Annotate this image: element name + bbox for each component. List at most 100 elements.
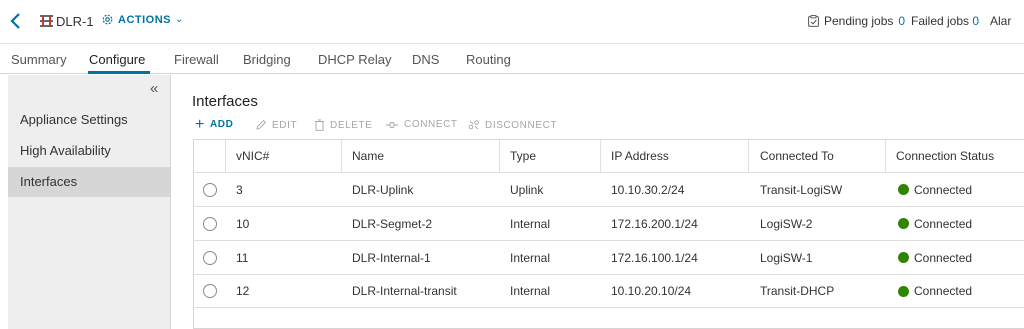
cell-vnic: 10 <box>236 216 250 231</box>
table-row[interactable]: 3 DLR-Uplink Uplink 10.10.30.2/24 Transi… <box>194 173 1024 207</box>
cell-connected-to: Transit-DHCP <box>760 284 835 298</box>
pending-jobs-link[interactable]: Pending jobs 0 <box>808 14 905 28</box>
grid-header-row: vNIC# Name Type IP Address Connected To … <box>194 140 1024 173</box>
failed-jobs-label: Failed jobs <box>911 14 970 28</box>
cell-name: DLR-Segmet-2 <box>352 216 433 231</box>
column-header-vnic[interactable]: vNIC# <box>236 140 269 172</box>
column-header-type[interactable]: Type <box>510 140 536 172</box>
column-divider <box>225 140 226 173</box>
tab-routing[interactable]: Routing <box>466 52 511 67</box>
add-label: ADD <box>209 119 234 130</box>
table-row[interactable]: 10 DLR-Segmet-2 Internal 172.16.200.1/24… <box>194 207 1024 241</box>
cell-type: Internal <box>510 216 551 231</box>
tab-bridging[interactable]: Bridging <box>243 52 291 67</box>
cell-ip-address: 172.16.200.1/24 <box>611 216 698 231</box>
cell-connection-status: Connected <box>898 207 972 240</box>
cell-name: DLR-Internal-transit <box>352 284 457 298</box>
disconnect-icon <box>468 120 479 130</box>
trash-icon <box>315 119 324 131</box>
row-select-radio[interactable] <box>203 241 217 274</box>
row-select-radio[interactable] <box>203 207 217 240</box>
table-row[interactable]: 11 DLR-Internal-1 Internal 172.16.100.1/… <box>194 241 1024 275</box>
sidebar-item-appliance-settings[interactable]: Appliance Settings <box>8 105 171 135</box>
sidebar-item-label: Interfaces <box>20 174 78 189</box>
cell-vnic: 11 <box>236 250 249 265</box>
pencil-icon <box>256 119 267 130</box>
alarms-link[interactable]: Alar <box>990 14 1011 28</box>
column-header-connected-to[interactable]: Connected To <box>760 140 834 172</box>
cell-connected-to: LogiSW-2 <box>760 216 813 231</box>
cell-type: Internal <box>510 250 551 265</box>
column-header-ip-address[interactable]: IP Address <box>611 140 669 172</box>
failed-jobs-link[interactable]: Failed jobs 0 <box>911 14 979 28</box>
cell-connection-status: Connected <box>898 275 972 307</box>
column-divider <box>885 140 886 173</box>
column-divider <box>341 140 342 173</box>
pending-jobs-count: 0 <box>898 14 906 28</box>
row-select-radio[interactable] <box>203 275 217 307</box>
tab-bar: Summary Configure Firewall Bridging DHCP… <box>0 44 1024 74</box>
column-header-name[interactable]: Name <box>352 140 384 172</box>
active-tab-indicator <box>88 71 150 74</box>
cell-ip-address: 172.16.100.1/24 <box>611 250 698 265</box>
delete-button[interactable]: DELETE <box>314 119 373 131</box>
configure-sidebar: « Appliance Settings High Availability I… <box>8 75 171 329</box>
object-name: DLR-1 <box>56 14 94 29</box>
column-header-connection-status[interactable]: Connection Status <box>896 140 994 172</box>
cell-connected-to: Transit-LogiSW <box>760 182 843 197</box>
tab-configure[interactable]: Configure <box>89 52 145 67</box>
cell-connection-status: Connected <box>898 241 972 274</box>
cell-name: DLR-Uplink <box>352 182 414 197</box>
cell-type: Internal <box>510 284 551 298</box>
edit-label: EDIT <box>272 119 298 131</box>
status-text: Connected <box>914 182 973 197</box>
cell-ip-address: 10.10.30.2/24 <box>611 182 685 197</box>
cell-connection-status: Connected <box>898 173 972 206</box>
pending-jobs-label: Pending jobs <box>824 14 894 28</box>
status-text: Connected <box>914 284 973 298</box>
collapse-sidebar-icon[interactable]: « <box>150 80 158 97</box>
sidebar-item-label: Appliance Settings <box>20 112 128 127</box>
column-divider <box>499 140 500 173</box>
tab-dhcp-relay[interactable]: DHCP Relay <box>318 52 391 67</box>
connect-button[interactable]: CONNECT <box>385 119 458 130</box>
column-divider <box>600 140 601 173</box>
disconnect-button[interactable]: DISCONNECT <box>468 119 557 131</box>
table-row[interactable]: 12 DLR-Internal-transit Internal 10.10.2… <box>194 275 1024 308</box>
tab-summary[interactable]: Summary <box>11 52 67 67</box>
failed-jobs-count: 0 <box>972 14 980 28</box>
cell-ip-address: 10.10.20.10/24 <box>611 284 692 298</box>
connect-icon <box>386 121 398 128</box>
top-bar: DLR-1 ACTIONS ⌄ Pending jobs 0 Failed jo… <box>0 0 1024 44</box>
disconnect-label: DISCONNECT <box>485 119 558 131</box>
tab-firewall[interactable]: Firewall <box>174 52 219 67</box>
tab-dns[interactable]: DNS <box>412 52 439 67</box>
back-arrow-icon[interactable] <box>8 11 24 31</box>
add-button[interactable]: + ADD <box>195 115 234 133</box>
status-connected-dot-icon <box>898 252 909 263</box>
cell-type: Uplink <box>510 182 544 197</box>
column-divider <box>748 140 749 173</box>
row-select-radio[interactable] <box>203 173 217 206</box>
actions-menu-button[interactable]: ACTIONS ⌄ <box>101 13 184 26</box>
delete-label: DELETE <box>330 119 373 131</box>
cell-connected-to: LogiSW-1 <box>760 250 813 265</box>
status-connected-dot-icon <box>898 285 909 297</box>
sidebar-item-interfaces[interactable]: Interfaces <box>8 167 171 197</box>
cell-name: DLR-Internal-1 <box>352 250 431 265</box>
status-connected-dot-icon <box>898 218 909 229</box>
clipboard-icon <box>808 15 819 27</box>
page-title: Interfaces <box>192 93 258 110</box>
status-text: Connected <box>914 250 973 265</box>
cell-vnic: 3 <box>236 182 243 197</box>
cell-vnic: 12 <box>236 284 250 298</box>
sidebar-item-label: High Availability <box>20 143 111 158</box>
plus-icon: + <box>195 115 205 133</box>
chevron-down-icon: ⌄ <box>175 14 184 25</box>
actions-label: ACTIONS <box>118 13 171 26</box>
connect-label: CONNECT <box>404 119 458 130</box>
interfaces-grid: vNIC# Name Type IP Address Connected To … <box>193 139 1024 329</box>
edit-button[interactable]: EDIT <box>255 119 297 131</box>
gear-icon <box>102 14 113 25</box>
sidebar-item-high-availability[interactable]: High Availability <box>8 136 171 166</box>
